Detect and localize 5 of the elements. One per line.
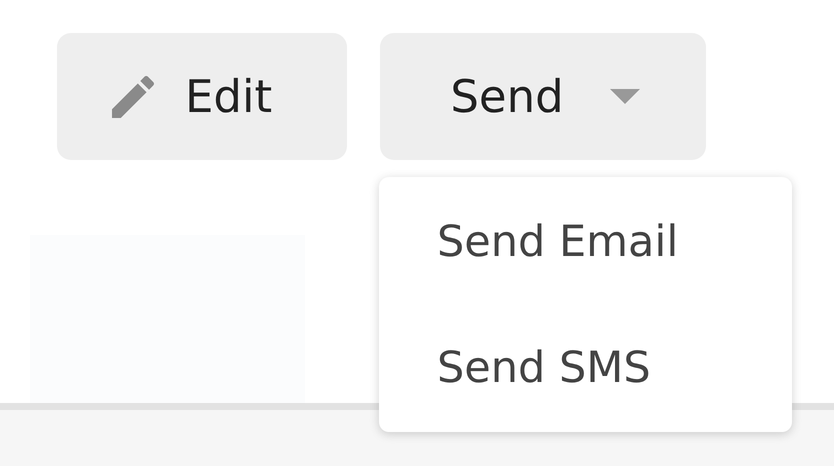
- menu-item[interactable]: Send Email: [379, 186, 792, 298]
- edit-button[interactable]: Edit: [57, 33, 347, 160]
- caret-icon: [610, 88, 640, 104]
- menu-item[interactable]: Send SMS: [379, 312, 792, 424]
- send-button[interactable]: Send: [380, 33, 706, 160]
